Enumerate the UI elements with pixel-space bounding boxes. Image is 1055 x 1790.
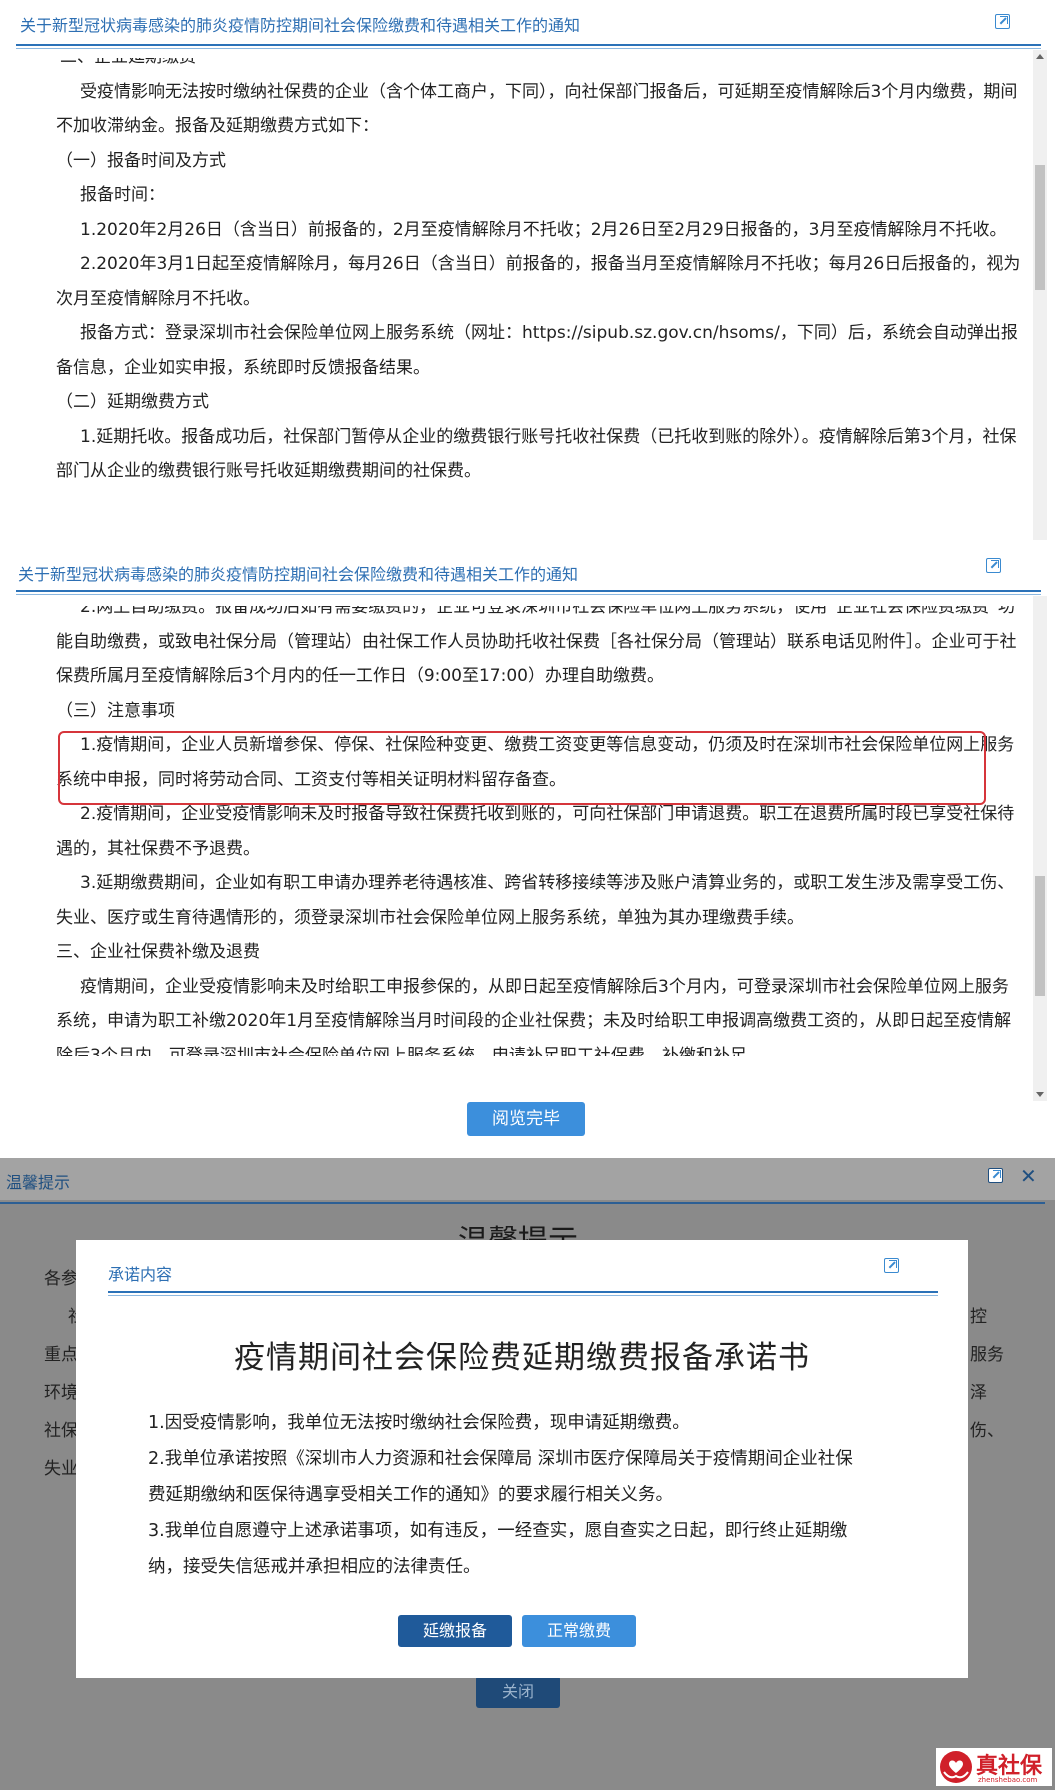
panel-title: 关于新型冠状病毒感染的肺炎疫情防控期间社会保险缴费和待遇相关工作的通知 xyxy=(18,565,579,584)
modal-header-title: 承诺内容 xyxy=(108,1265,173,1284)
open-external-icon[interactable] xyxy=(988,1168,1003,1183)
open-external-icon[interactable] xyxy=(884,1258,899,1273)
close-icon[interactable]: ✕ xyxy=(1020,1164,1037,1188)
subsection-heading: （二）延期缴费方式 xyxy=(56,392,209,412)
subsection-heading: （三）注意事项 xyxy=(56,700,175,721)
subsection-heading: （一）报备时间及方式 xyxy=(56,150,226,171)
open-external-icon[interactable] xyxy=(995,14,1010,29)
open-external-icon[interactable] xyxy=(986,558,1001,573)
panel-header: 关于新型冠状病毒感染的肺炎疫情防控期间社会保险缴费和待遇相关工作的通知 xyxy=(0,546,1055,588)
paragraph: 2.网上自助缴费。报备成功后如有需要缴费的，企业可登录深圳市社会保险单位网上服务… xyxy=(56,597,1017,686)
bg-text-fragment: 服务 xyxy=(970,1345,1004,1365)
paragraph: 报备时间： xyxy=(80,185,165,205)
modal-header-divider-thin xyxy=(108,1295,938,1296)
panel-title: 关于新型冠状病毒感染的肺炎疫情防控期间社会保险缴费和待遇相关工作的通知 xyxy=(20,16,581,35)
bg-text-fragment: 失业 xyxy=(44,1459,78,1479)
notice-panel-top: 关于新型冠状病毒感染的肺炎疫情防控期间社会保险缴费和待遇相关工作的通知 二、企业… xyxy=(0,0,1055,546)
paragraph: 疫情期间，企业受疫情影响未及时给职工申报参保的，从即日起至疫情解除后3个月内，可… xyxy=(56,976,1012,1057)
pledge-item: 1.因受疫情影响，我单位无法按时缴纳社会保险费，现申请延期缴费。 xyxy=(148,1413,690,1433)
paragraph: 2.2020年3月1日起至疫情解除月，每月26日（含当日）前报备的，报备当月至疫… xyxy=(56,254,1021,309)
section-heading: 三、企业社保费补缴及退费 xyxy=(56,942,260,962)
scrollbar[interactable] xyxy=(1033,596,1047,1101)
overlay-title: 温馨提示 xyxy=(6,1173,71,1192)
notice-panel-bottom: 关于新型冠状病毒感染的肺炎疫情防控期间社会保险缴费和待遇相关工作的通知 2.网上… xyxy=(0,546,1055,1158)
paragraph: 1.2020年2月26日（含当日）前报备的，2月至疫情解除月不托收；2月26日至… xyxy=(80,219,1007,240)
paragraph: 3.延期缴费期间，企业如有职工申请办理养老待遇核准、跨省转移接续等涉及账户清算业… xyxy=(56,873,1015,928)
paragraph: 2.疫情期间，企业受疫情影响未及时报备导致社保费托收到账的，可向社保部门申请退费… xyxy=(56,804,1015,859)
bg-text-fragment: 环境 xyxy=(44,1383,78,1403)
normal-payment-button[interactable]: 正常缴费 xyxy=(522,1615,636,1647)
scrollbar[interactable] xyxy=(1033,50,1047,540)
bg-text-fragment: 伤、 xyxy=(970,1421,1004,1441)
bg-text-fragment: 控 xyxy=(970,1307,987,1327)
overlay-header: 温馨提示 ✕ xyxy=(0,1158,1055,1200)
bg-close-button: 关闭 xyxy=(476,1676,560,1708)
highlight-annotation xyxy=(58,731,986,805)
bg-text-fragment: 社保 xyxy=(44,1421,78,1441)
pledge-content: 1.因受疫情影响，我单位无法按时缴纳社会保险费，现申请延期缴费。 2.我单位承诺… xyxy=(148,1405,868,1585)
modal-header-divider xyxy=(108,1291,938,1293)
paragraph: 1.延期托收。报备成功后，社保部门暂停从企业的缴费银行账号托收社保费（已托收到账… xyxy=(56,426,1017,482)
paragraph: 报备方式：登录深圳市社会保险单位网上服务系统（网址：https://sipub.… xyxy=(56,323,1018,378)
scroll-thumb[interactable] xyxy=(1035,165,1045,290)
overlay-divider xyxy=(0,1202,1045,1204)
bg-text-fragment: 各参 xyxy=(44,1269,78,1289)
scroll-down-arrow-icon[interactable] xyxy=(1036,1092,1044,1097)
defer-report-button[interactable]: 延缴报备 xyxy=(398,1615,512,1647)
panel-header: 关于新型冠状病毒感染的肺炎疫情防控期间社会保险缴费和待遇相关工作的通知 xyxy=(0,0,1055,42)
read-done-button[interactable]: 阅览完毕 xyxy=(467,1102,585,1136)
hands-heart-icon xyxy=(940,1751,972,1783)
site-logo: 真社保 zhenshebao.com xyxy=(936,1748,1052,1786)
scroll-thumb[interactable] xyxy=(1035,876,1045,996)
pledge-item: 3.我单位自愿遵守上述承诺事项，如有违反，一经查实，愿自查实之日起，即行终止延期… xyxy=(148,1521,848,1577)
pledge-item: 2.我单位承诺按照《深圳市人力资源和社会保障局 深圳市医疗保障局关于疫情期间企业… xyxy=(148,1449,853,1505)
scroll-up-arrow-icon[interactable] xyxy=(1036,54,1044,59)
bg-text-fragment: 泽 xyxy=(970,1383,987,1403)
notice-content: 二、企业延期缴费 受疫情影响无法按时缴纳社保费的企业（含个体工商户，下同），向社… xyxy=(56,40,1025,489)
modal-title: 疫情期间社会保险费延期缴费报备承诺书 xyxy=(234,1340,810,1376)
bg-text-fragment: 重点 xyxy=(44,1345,78,1365)
pledge-modal: 承诺内容 疫情期间社会保险费延期缴费报备承诺书 1.因受疫情影响，我单位无法按时… xyxy=(76,1240,968,1678)
paragraph: 受疫情影响无法按时缴纳社保费的企业（含个体工商户，下同），向社保部门报备后，可延… xyxy=(56,81,1018,137)
notice-content: 2.网上自助缴费。报备成功后如有需要缴费的，企业可登录深圳市社会保险单位网上服务… xyxy=(56,590,1025,1056)
logo-subtext: zhenshebao.com xyxy=(978,1776,1038,1784)
section-heading: 二、企业延期缴费 xyxy=(60,47,196,67)
